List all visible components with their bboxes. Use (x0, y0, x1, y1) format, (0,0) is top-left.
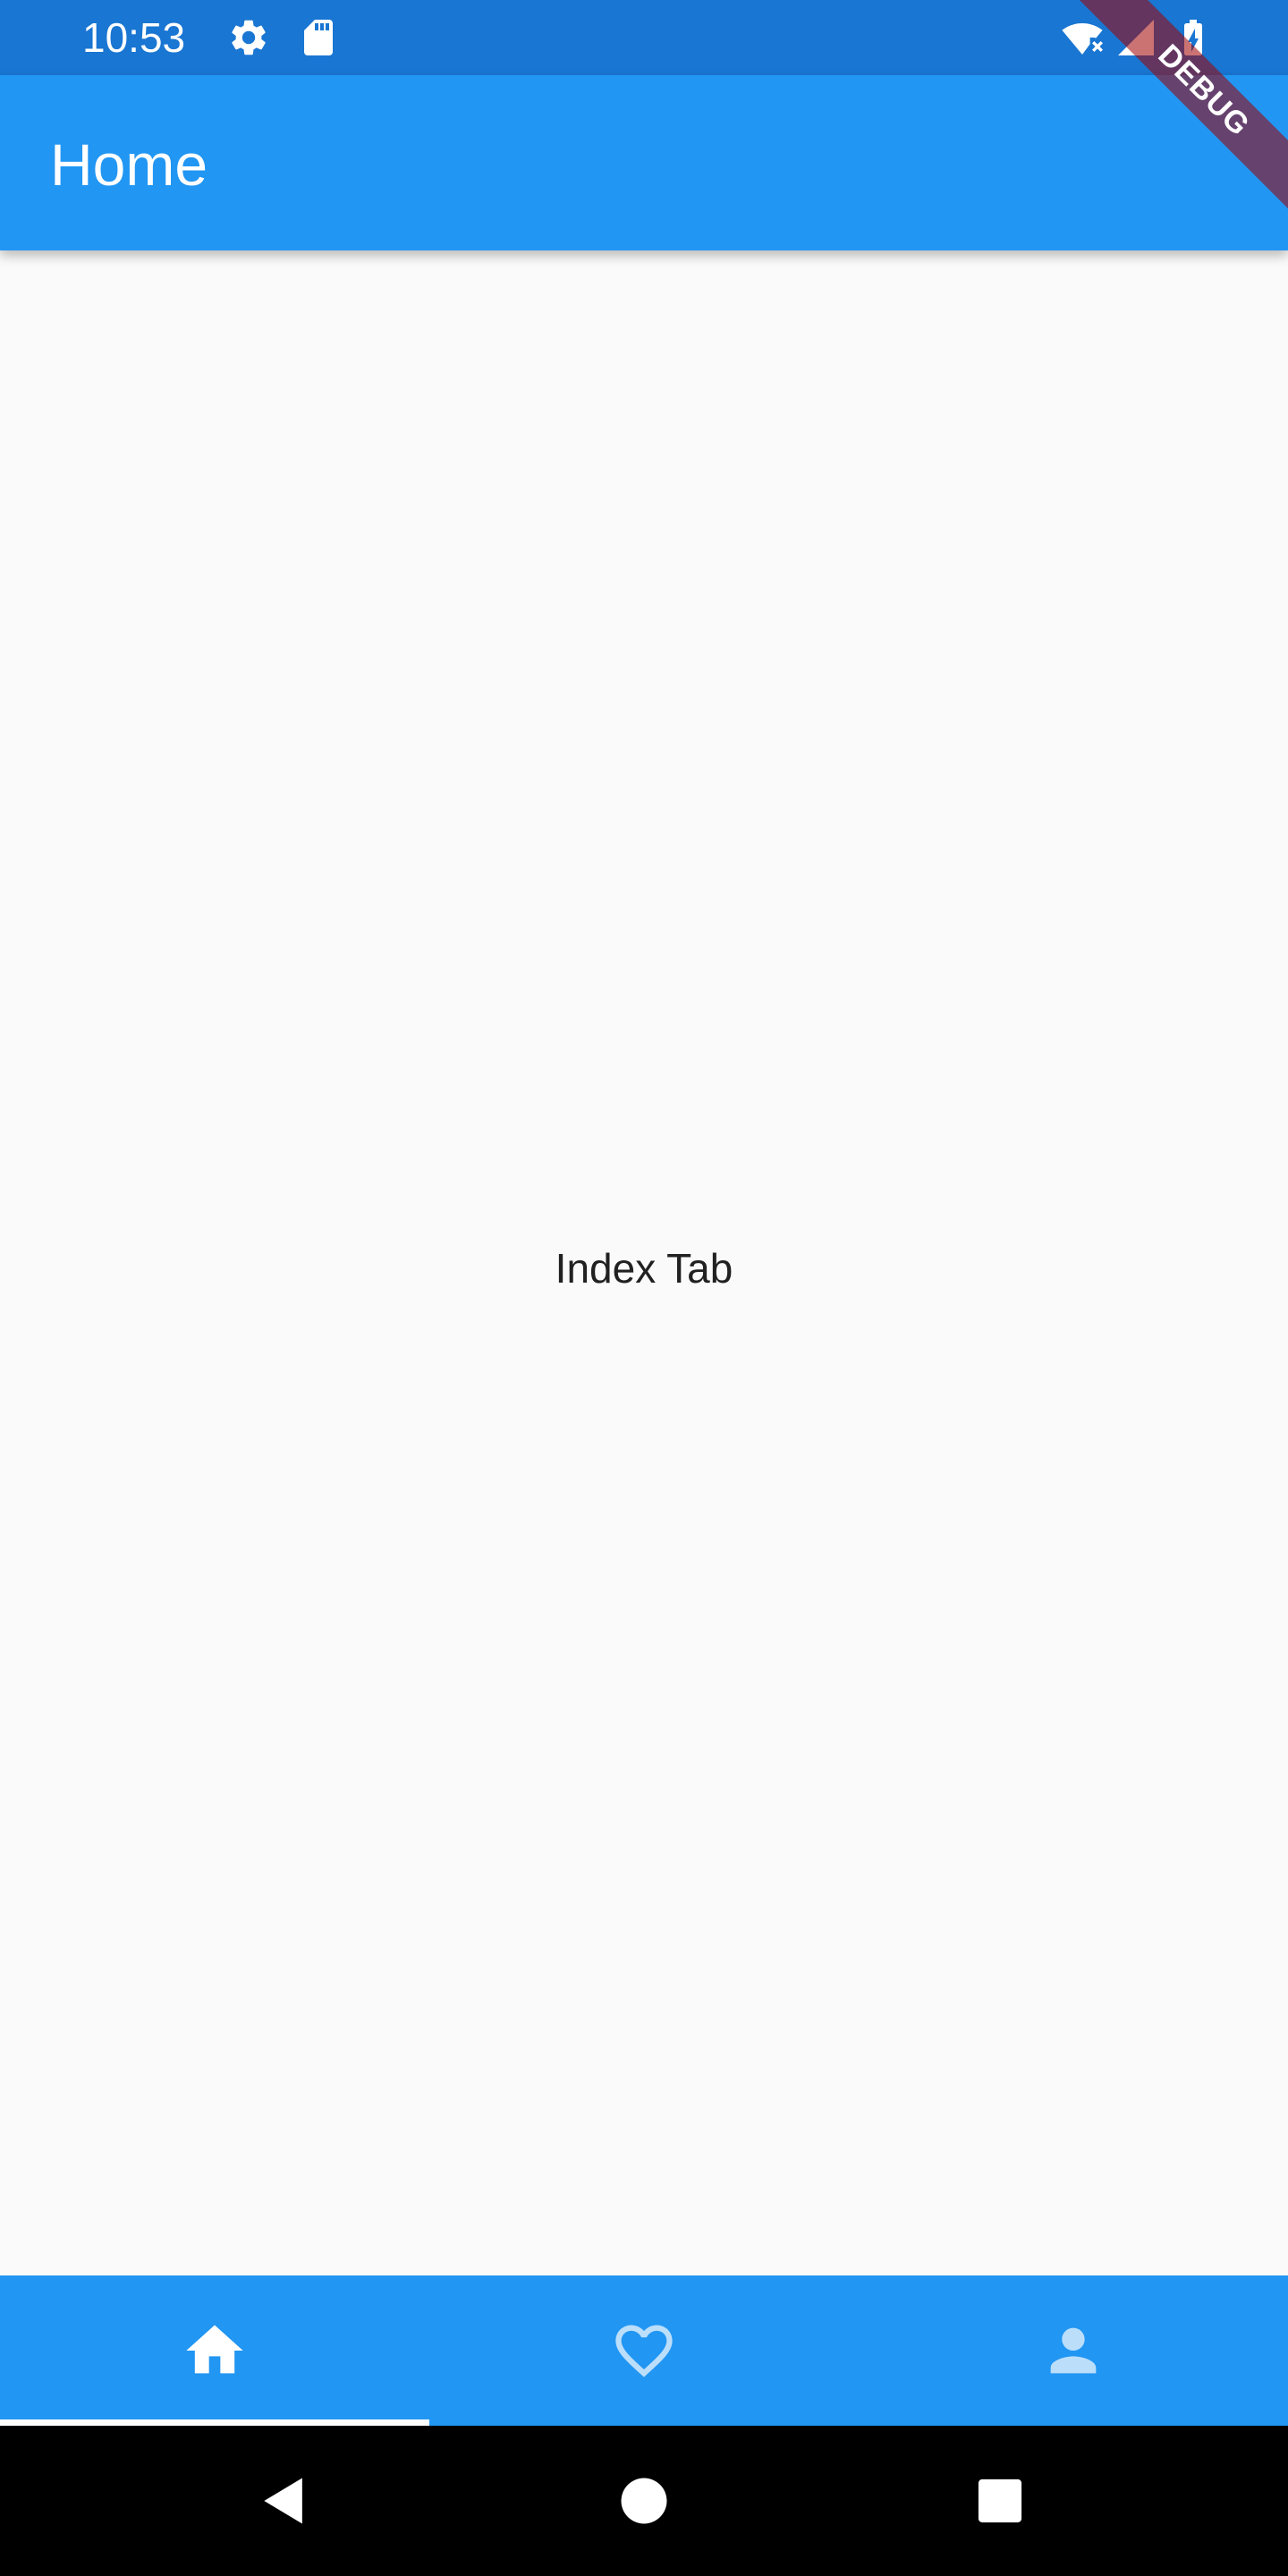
tab-content: Index Tab (0, 250, 1288, 2275)
settings-icon (227, 16, 270, 59)
back-icon[interactable] (254, 2470, 315, 2531)
cell-signal-icon (1114, 16, 1157, 59)
battery-charging-icon (1172, 16, 1215, 59)
recents-icon[interactable] (970, 2470, 1030, 2531)
screen: 10:53 Home DEBUG Index Tab (0, 0, 1288, 2576)
app-bar: Home (0, 75, 1288, 250)
tab-home[interactable] (0, 2275, 429, 2426)
person-icon (1039, 2317, 1107, 2385)
wifi-no-internet-icon (1061, 16, 1104, 59)
home-circle-icon[interactable] (614, 2470, 674, 2531)
tab-profile[interactable] (859, 2275, 1288, 2426)
status-bar: 10:53 (0, 0, 1288, 75)
system-nav-bar (0, 2426, 1288, 2576)
page-title: Home (50, 131, 208, 198)
sd-card-icon (297, 16, 340, 59)
home-icon (181, 2317, 249, 2385)
selected-tab-indicator (0, 2419, 429, 2426)
tab-favorites[interactable] (429, 2275, 859, 2426)
bottom-tab-bar (0, 2275, 1288, 2426)
heart-outline-icon (610, 2317, 678, 2385)
status-time: 10:53 (82, 14, 186, 61)
tab-content-text: Index Tab (555, 1245, 733, 1292)
